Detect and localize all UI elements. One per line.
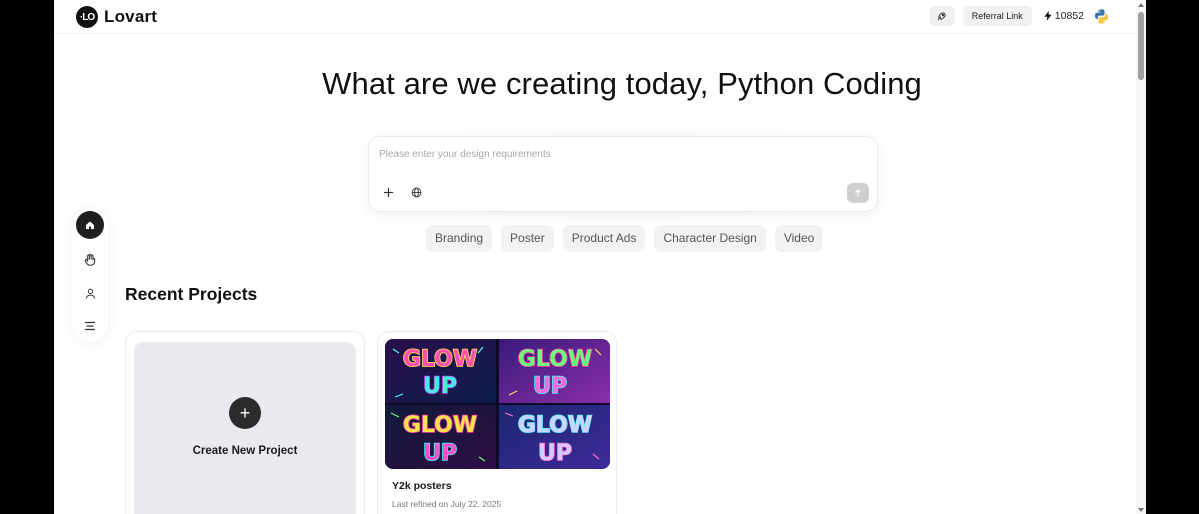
suggestion-chips: Branding Poster Product Ads Character De…: [426, 225, 824, 252]
globe-icon: [411, 187, 421, 197]
side-nav: [72, 208, 108, 342]
scroll-down-arrow[interactable]: [1138, 508, 1144, 512]
chip-video[interactable]: Video: [774, 225, 824, 252]
rocket-button[interactable]: [928, 6, 955, 26]
glow-up-poster-grid: GLOW UP GLOW UP GLOW UP GLOW UP: [385, 339, 610, 469]
web-search-button[interactable]: [409, 185, 423, 199]
app-name: Lovart: [104, 7, 158, 26]
thumb-text-glow-3: GLOW: [403, 413, 477, 438]
create-project-plus-icon: +: [229, 397, 261, 429]
project-title: Y2k posters: [392, 480, 452, 492]
thumb-text-up-1: UP: [423, 374, 457, 399]
nav-home[interactable]: [76, 211, 104, 239]
plus-icon: [383, 187, 393, 197]
add-attachment-button[interactable]: [381, 185, 395, 199]
credits-counter[interactable]: 10852: [1040, 8, 1110, 25]
nav-profile[interactable]: [76, 279, 104, 307]
thumb-text-up-4: UP: [538, 441, 572, 466]
scroll-up-arrow[interactable]: [1138, 3, 1144, 7]
page-title: What are we creating today, Python Codin…: [322, 66, 922, 101]
thumb-text-glow-2: GLOW: [518, 347, 592, 372]
chip-product-ads[interactable]: Product Ads: [562, 225, 646, 252]
create-project-card[interactable]: + Create New Project: [125, 331, 365, 514]
chip-branding[interactable]: Branding: [426, 225, 493, 252]
menu-icon: [85, 321, 95, 331]
home-icon: [86, 221, 94, 229]
thumb-text-glow-1: GLOW: [403, 347, 477, 372]
user-icon: [85, 288, 95, 299]
page: ·LO Lovart Referral Link 10852 What are …: [54, 0, 1146, 514]
project-thumbnail: GLOW UP GLOW UP GLOW UP GLOW UP: [385, 339, 610, 469]
thumb-text-up-3: UP: [423, 441, 457, 466]
create-project-label: Create New Project: [192, 445, 298, 457]
thumb-text-glow-4: GLOW: [518, 413, 592, 438]
top-bar: ·LO Lovart Referral Link 10852: [54, 0, 1136, 34]
python-avatar[interactable]: [1093, 8, 1110, 25]
prompt-box[interactable]: [368, 136, 878, 212]
chip-poster[interactable]: Poster: [501, 225, 554, 252]
project-card[interactable]: GLOW UP GLOW UP GLOW UP GLOW UP Y2k post…: [377, 331, 617, 514]
bolt-icon: [1044, 11, 1052, 21]
thumb-text-up-2: UP: [533, 374, 567, 399]
recent-projects-title: Recent Projects: [125, 284, 258, 304]
design-requirements-input[interactable]: [379, 149, 849, 160]
logo-mark: ·LO: [76, 6, 98, 28]
logo[interactable]: ·LO Lovart: [76, 6, 157, 28]
hand-icon: [84, 253, 96, 266]
create-project-placeholder: + Create New Project: [134, 342, 356, 514]
send-button[interactable]: [847, 183, 869, 203]
rocket-icon: [938, 11, 946, 20]
referral-link-button[interactable]: Referral Link: [962, 6, 1032, 26]
header-actions: Referral Link 10852: [928, 6, 1110, 26]
credits-value: 10852: [1054, 10, 1084, 22]
send-arrow-icon: [854, 188, 862, 197]
chip-character-design[interactable]: Character Design: [654, 225, 766, 252]
nav-explore[interactable]: [76, 246, 104, 274]
nav-menu[interactable]: [76, 312, 104, 340]
project-date: Last refined on July 22, 2025: [392, 499, 502, 509]
